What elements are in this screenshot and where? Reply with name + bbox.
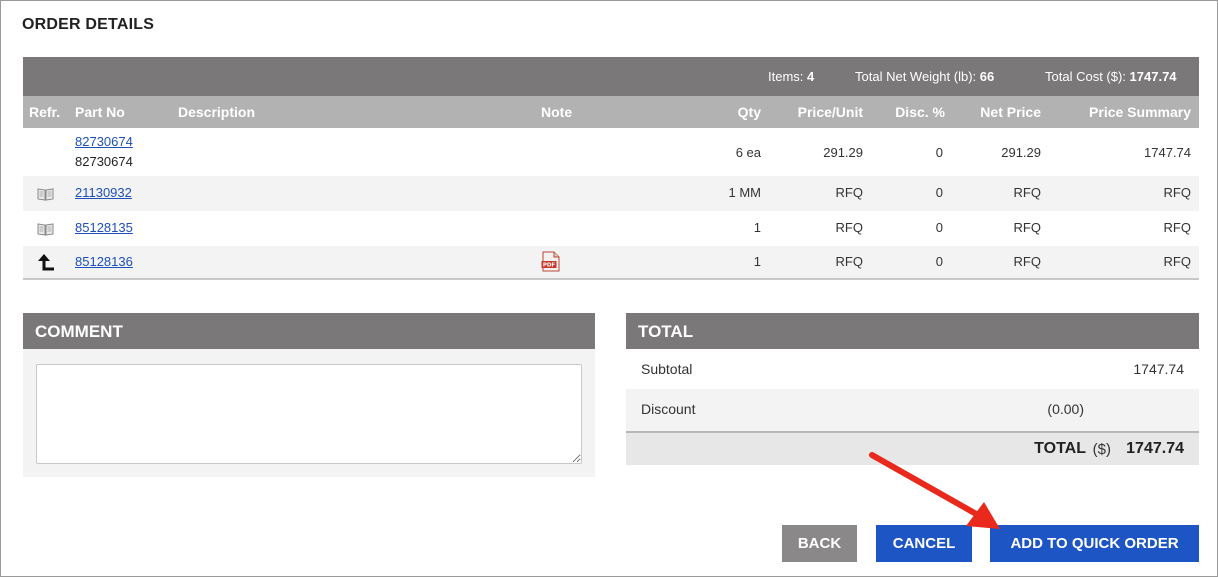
qty-cell: 1 [753,254,761,269]
part-number-link[interactable]: 85128136 [75,254,133,269]
disc-cell: 0 [935,254,943,269]
cost-value: 1747.74 [1129,69,1177,84]
order-summary-bar: Items: 4 Total Net Weight (lb): 66 Total… [23,57,1199,96]
part-number-sub: 82730674 [75,154,133,169]
col-price-unit: Price/Unit [797,104,863,120]
items-count: Items: 4 [768,69,814,84]
cost-label: Total Cost ($): [1045,69,1126,84]
grand-total-row: TOTAL ($) 1747.74 [626,431,1199,465]
col-net-price: Net Price [980,104,1041,120]
grand-total-value: 1747.74 [1126,440,1184,457]
qty-cell: 1 [753,220,761,235]
col-description: Description [178,104,256,120]
pdf-icon[interactable]: PDF [541,251,561,275]
price-summary-cell: 1747.74 [1144,145,1191,160]
svg-text:PDF: PDF [543,263,556,269]
items-label: Items: [768,69,804,84]
table-row: 82730674 82730674 6 ea 291.29 0 291.29 1… [23,128,1199,176]
items-value: 4 [807,69,815,84]
total-title: TOTAL [626,313,1199,349]
table-row: 21130932 1 MM RFQ 0 RFQ RFQ [23,176,1199,211]
disc-cell: 0 [935,220,943,235]
discount-row: Discount (0.00) [626,389,1199,431]
total-cost: Total Cost ($): 1747.74 [1045,69,1177,84]
net-price-cell: RFQ [1013,220,1041,235]
net-price-cell: RFQ [1013,254,1041,269]
grand-total-currency: ($) [1092,441,1111,458]
part-number-link[interactable]: 21130932 [75,185,132,200]
comment-title: COMMENT [23,313,595,349]
col-qty: Qty [737,104,761,120]
comment-textarea[interactable] [36,364,582,464]
col-part-no: Part No [75,104,125,120]
page-title: ORDER DETAILS [22,16,155,33]
total-panel: TOTAL Subtotal 1747.74 Discount (0.00) T… [626,313,1199,465]
arrow-up-left-icon[interactable] [36,253,55,274]
subtotal-row: Subtotal 1747.74 [626,349,1199,389]
disc-cell: 0 [935,145,943,160]
part-number-link[interactable]: 85128135 [75,220,133,235]
qty-cell: 1 MM [728,185,762,200]
col-disc: Disc. % [895,104,945,120]
part-number-link[interactable]: 82730674 [75,134,133,149]
total-net-weight: Total Net Weight (lb): 66 [855,69,994,84]
comment-panel: COMMENT [23,313,595,477]
price-summary-cell: RFQ [1163,220,1191,235]
price-unit-cell: RFQ [835,254,863,269]
cancel-button[interactable]: CANCEL [876,525,972,562]
table-row: 85128135 1 RFQ 0 RFQ RFQ [23,211,1199,246]
table-divider [23,278,1199,280]
net-price-cell: 291.29 [1001,145,1041,160]
qty-cell: 6 ea [735,145,761,160]
grand-total-label: TOTAL [1034,440,1086,457]
price-summary-cell: RFQ [1163,185,1191,200]
add-to-quick-order-button[interactable]: ADD TO QUICK ORDER [990,525,1199,562]
col-refr: Refr. [29,104,61,120]
table-header: Refr. Part No Description Note Qty Price… [23,96,1199,128]
weight-value: 66 [979,69,995,84]
price-summary-cell: RFQ [1163,254,1191,269]
disc-cell: 0 [935,185,943,200]
subtotal-label: Subtotal [641,361,693,377]
discount-value: (0.00) [1047,401,1084,417]
col-price-summary: Price Summary [1089,104,1191,120]
book-icon[interactable] [37,187,54,204]
price-unit-cell: RFQ [835,185,863,200]
table-row: 85128136 PDF 1 RFQ 0 RFQ RFQ [23,246,1199,278]
book-icon[interactable] [37,222,54,239]
discount-label: Discount [641,401,696,417]
subtotal-value: 1747.74 [1133,361,1184,377]
col-note: Note [541,104,573,120]
weight-label: Total Net Weight (lb): [855,69,977,84]
net-price-cell: RFQ [1013,185,1041,200]
back-button[interactable]: BACK [782,525,857,562]
price-unit-cell: RFQ [835,220,863,235]
price-unit-cell: 291.29 [823,145,863,160]
